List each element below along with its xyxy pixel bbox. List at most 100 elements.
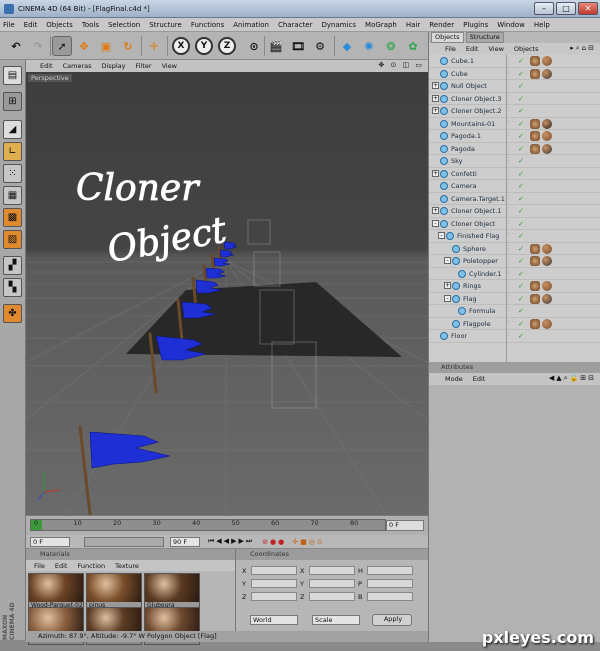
expand-toggle-icon[interactable]: -	[432, 219, 439, 227]
enabled-check-icon[interactable]: ✓	[518, 332, 524, 340]
menu-window[interactable]: Window	[497, 21, 525, 29]
material-tag-icon[interactable]	[542, 318, 552, 329]
enabled-check-icon[interactable]: ✓	[518, 182, 524, 190]
object-row[interactable]: Pagoda.1 ⁚ ✓	[429, 130, 600, 143]
menu-objects[interactable]: Objects	[46, 21, 72, 29]
maximize-button[interactable]: □	[556, 2, 576, 15]
enabled-check-icon[interactable]: ✓	[518, 70, 524, 78]
menu-file[interactable]: File	[3, 21, 15, 29]
viewport-perspective[interactable]: Cloner Object Perspective	[26, 72, 428, 515]
visibility-dots-icon[interactable]: ⁚	[508, 282, 513, 290]
coordinate-field[interactable]	[367, 566, 413, 575]
object-row[interactable]: Pagoda ⁚ ✓	[429, 143, 600, 155]
visibility-dots-icon[interactable]: ⁚	[508, 82, 513, 90]
visibility-dots-icon[interactable]: ⁚	[508, 307, 513, 315]
enabled-check-icon[interactable]: ✓	[518, 120, 524, 128]
enabled-check-icon[interactable]: ✓	[518, 220, 524, 228]
menu-structure[interactable]: Structure	[149, 21, 182, 29]
object-row[interactable]: + Cloner Object.1 ⁚ ✓	[429, 205, 600, 218]
world-coordinate-icon[interactable]: ⊙	[244, 36, 264, 56]
visibility-dots-icon[interactable]: ⁚	[508, 145, 513, 153]
points-mode-icon[interactable]: ⁙	[3, 164, 22, 183]
materials-menu-edit[interactable]: Edit	[55, 562, 68, 570]
deformer-icon[interactable]: ✿	[403, 36, 423, 56]
material-tag-icon[interactable]	[542, 143, 552, 154]
enabled-check-icon[interactable]: ✓	[518, 295, 524, 303]
menu-selection[interactable]: Selection	[108, 21, 140, 29]
enabled-check-icon[interactable]: ✓	[518, 232, 524, 240]
select-arrow-icon[interactable]: ➚	[52, 36, 72, 56]
object-row[interactable]: + Null Object ⁚ ✓	[429, 80, 600, 93]
visibility-dots-icon[interactable]: ⁚	[508, 132, 513, 140]
menu-edit[interactable]: Edit	[24, 21, 38, 29]
expand-toggle-icon[interactable]: +	[432, 107, 439, 114]
enabled-check-icon[interactable]: ✓	[518, 157, 524, 165]
close-button[interactable]: ✕	[578, 2, 598, 15]
render-view-icon[interactable]: 🎬	[266, 36, 286, 56]
texture-tag-icon[interactable]	[530, 256, 540, 266]
menu-mograph[interactable]: MoGraph	[365, 21, 397, 29]
timeline[interactable]: 0102030405060708090 0 F	[26, 515, 428, 535]
expand-toggle-icon[interactable]: +	[444, 282, 451, 289]
expand-toggle-icon[interactable]: -	[438, 232, 445, 239]
texture-mode-icon[interactable]: ◢	[3, 120, 22, 139]
expand-toggle-icon[interactable]: +	[432, 82, 439, 89]
menu-tools[interactable]: Tools	[82, 21, 99, 29]
viewport-menu-display[interactable]: Display	[102, 62, 126, 70]
coordinate-field[interactable]	[251, 592, 297, 601]
coordinate-field[interactable]	[309, 592, 355, 601]
object-row[interactable]: Floor ⁚ ✓	[429, 330, 600, 343]
visibility-dots-icon[interactable]: ⁚	[508, 70, 513, 78]
start-frame-field[interactable]: 0 F	[30, 536, 70, 547]
move-tool-icon[interactable]: ✛	[144, 36, 164, 56]
coordinate-field[interactable]	[251, 579, 297, 588]
viewport-navigation-icons[interactable]: ✥ ⊙ ◫ ▭	[378, 61, 424, 69]
coordinate-field[interactable]	[367, 579, 413, 588]
enabled-check-icon[interactable]: ✓	[518, 307, 524, 315]
object-manager-menu-objects[interactable]: Objects	[514, 45, 539, 53]
visibility-dots-icon[interactable]: ⁚	[508, 232, 513, 240]
texture-tag-icon[interactable]	[530, 318, 540, 329]
coordinate-field[interactable]	[251, 566, 297, 575]
visibility-dots-icon[interactable]: ⁚	[508, 57, 513, 65]
texture-tag-icon[interactable]	[530, 281, 540, 291]
visibility-dots-icon[interactable]: ⁚	[508, 182, 513, 190]
visibility-dots-icon[interactable]: ⁚	[508, 107, 513, 115]
tab-objects[interactable]: Objects	[431, 32, 464, 43]
viewport-menu-edit[interactable]: Edit	[40, 62, 53, 70]
material-tag-icon[interactable]	[542, 256, 552, 266]
menu-functions[interactable]: Functions	[191, 21, 224, 29]
object-row[interactable]: Cube ⁚ ✓	[429, 68, 600, 80]
enabled-check-icon[interactable]: ✓	[518, 195, 524, 203]
object-row[interactable]: Sphere ⁚ ✓	[429, 243, 600, 255]
expand-toggle-icon[interactable]: +	[432, 207, 439, 214]
texture-tag-icon[interactable]	[530, 68, 540, 79]
materials-menu-texture[interactable]: Texture	[115, 562, 139, 570]
material-tag-icon[interactable]	[542, 68, 552, 79]
menu-render[interactable]: Render	[429, 21, 454, 29]
timeline-track[interactable]	[30, 519, 386, 531]
object-manager-toolbar-icons[interactable]: ▸⌕⌂⊟	[570, 44, 596, 53]
attributes-toolbar-icons[interactable]: ◀▲⌕🔒⊞⊟	[549, 374, 596, 383]
spline-icon[interactable]: ✺	[359, 36, 379, 56]
object-mode-icon[interactable]: ⊞	[3, 92, 22, 111]
current-frame-field[interactable]: 0 F	[386, 520, 424, 531]
end-frame-field[interactable]: 90 F	[170, 536, 200, 547]
visibility-dots-icon[interactable]: ⁚	[508, 270, 513, 278]
menu-character[interactable]: Character	[278, 21, 313, 29]
expand-toggle-icon[interactable]: +	[432, 94, 439, 102]
coordinate-field[interactable]	[309, 566, 355, 575]
object-row[interactable]: Cylinder.1 ⁚ ✓	[429, 268, 600, 280]
object-row[interactable]: Mountains-01 ⁚ ✓	[429, 118, 600, 130]
visibility-dots-icon[interactable]: ⁚	[508, 195, 513, 203]
texture-tag-icon[interactable]	[530, 143, 540, 154]
nurbs-icon[interactable]: ❂	[381, 36, 401, 56]
enabled-check-icon[interactable]: ✓	[518, 107, 524, 115]
scale-mode-dropdown[interactable]: Scale	[312, 615, 360, 625]
material-tag-icon[interactable]	[542, 118, 552, 129]
tab-structure[interactable]: Structure	[465, 32, 504, 43]
material-tag-icon[interactable]	[542, 131, 552, 141]
menu-animation[interactable]: Animation	[233, 21, 269, 29]
coordinate-field[interactable]	[367, 592, 413, 601]
expand-toggle-icon[interactable]: +	[432, 169, 439, 177]
